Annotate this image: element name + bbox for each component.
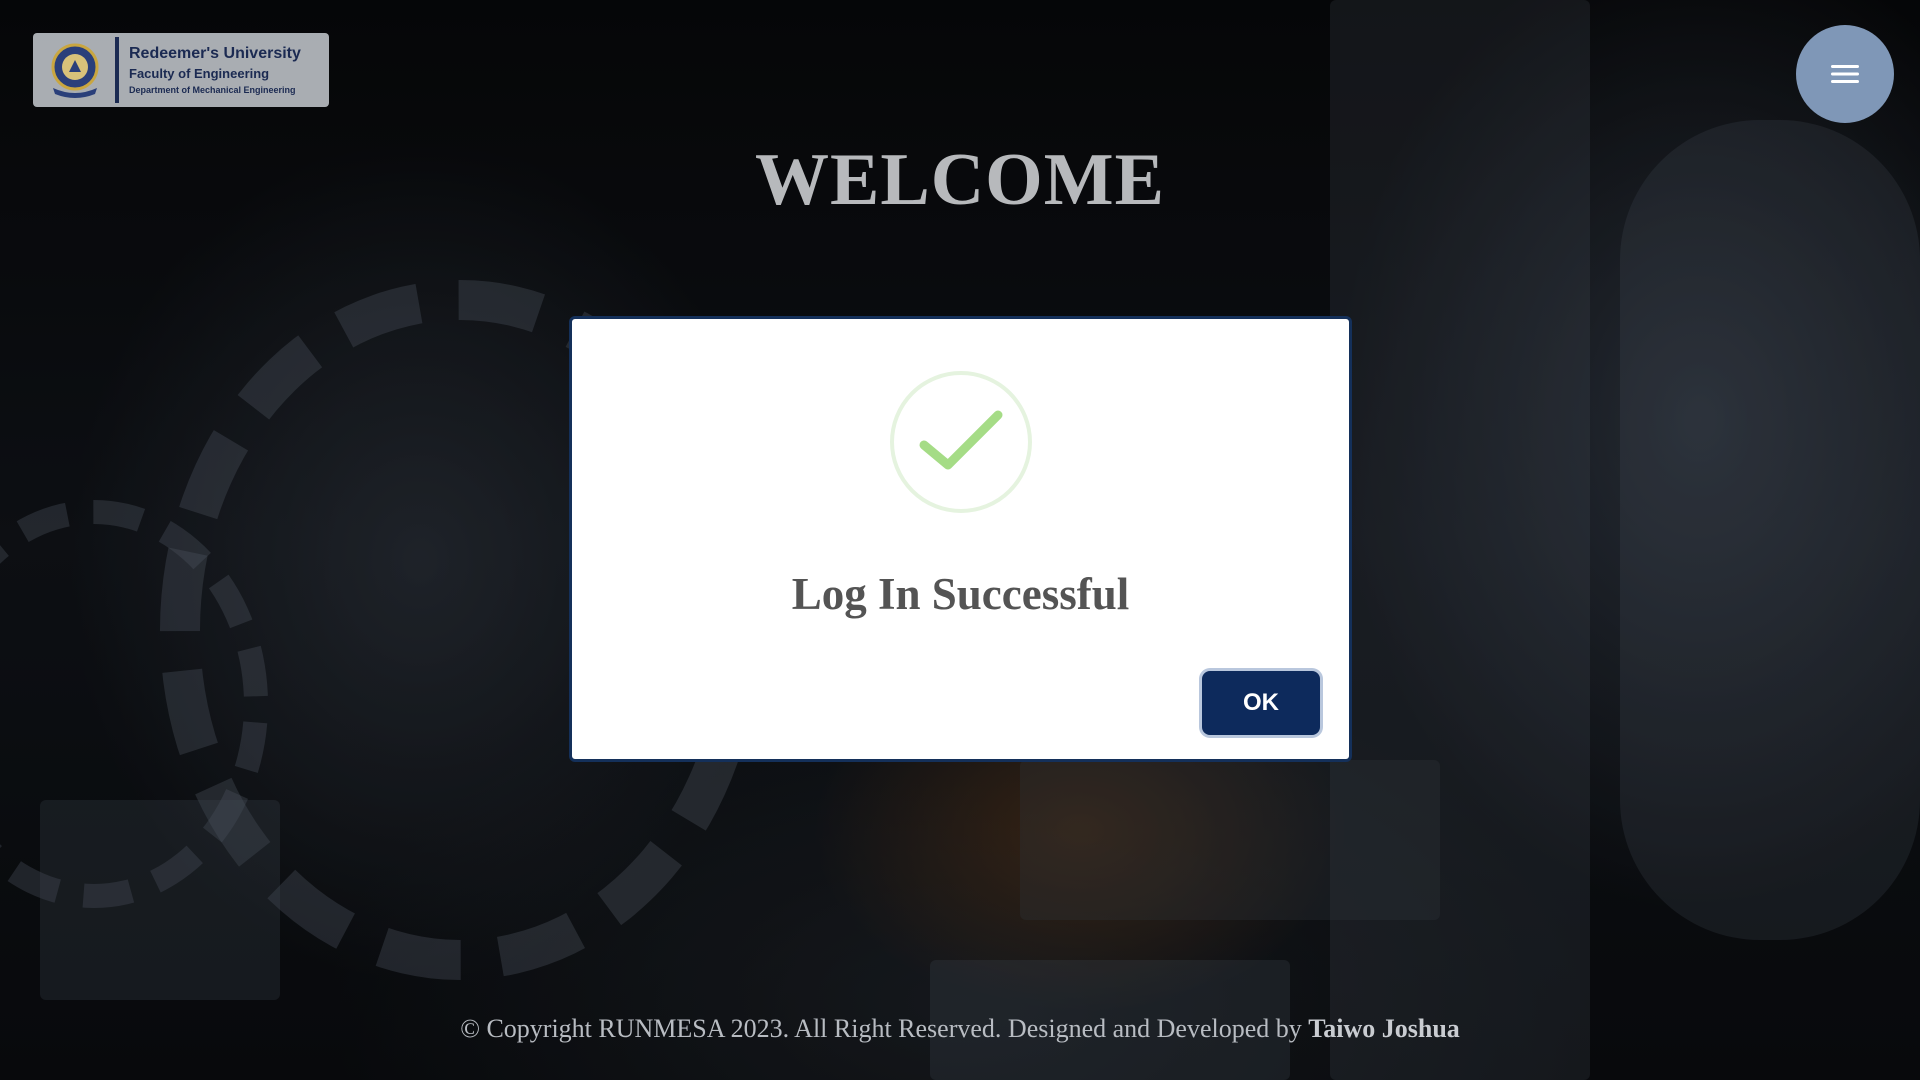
footer: © Copyright RUNMESA 2023. All Right Rese…: [0, 1014, 1920, 1044]
welcome-heading: WELCOME: [755, 139, 1165, 221]
university-logo[interactable]: Redeemer's University Faculty of Enginee…: [33, 33, 329, 107]
faculty-name: Faculty of Engineering: [129, 65, 270, 81]
menu-button[interactable]: [1796, 25, 1894, 123]
login-success-dialog: Log In Successful OK: [569, 316, 1352, 762]
university-seal-icon: [43, 40, 107, 100]
department-name: Department of Mechanical Engineering: [129, 85, 296, 96]
university-name: Redeemer's University: [129, 44, 301, 62]
footer-developer: Taiwo Joshua: [1308, 1014, 1460, 1043]
footer-copyright: © Copyright RUNMESA 2023. All Right Rese…: [460, 1014, 1302, 1043]
logo-text: Redeemer's University Faculty of Enginee…: [129, 44, 301, 97]
success-check-circle: [890, 371, 1032, 513]
check-icon: [919, 410, 1003, 470]
dialog-title: Log In Successful: [791, 569, 1130, 619]
logo-divider: [115, 37, 119, 103]
hamburger-menu-icon: [1831, 65, 1859, 83]
ok-button[interactable]: OK: [1202, 671, 1320, 735]
